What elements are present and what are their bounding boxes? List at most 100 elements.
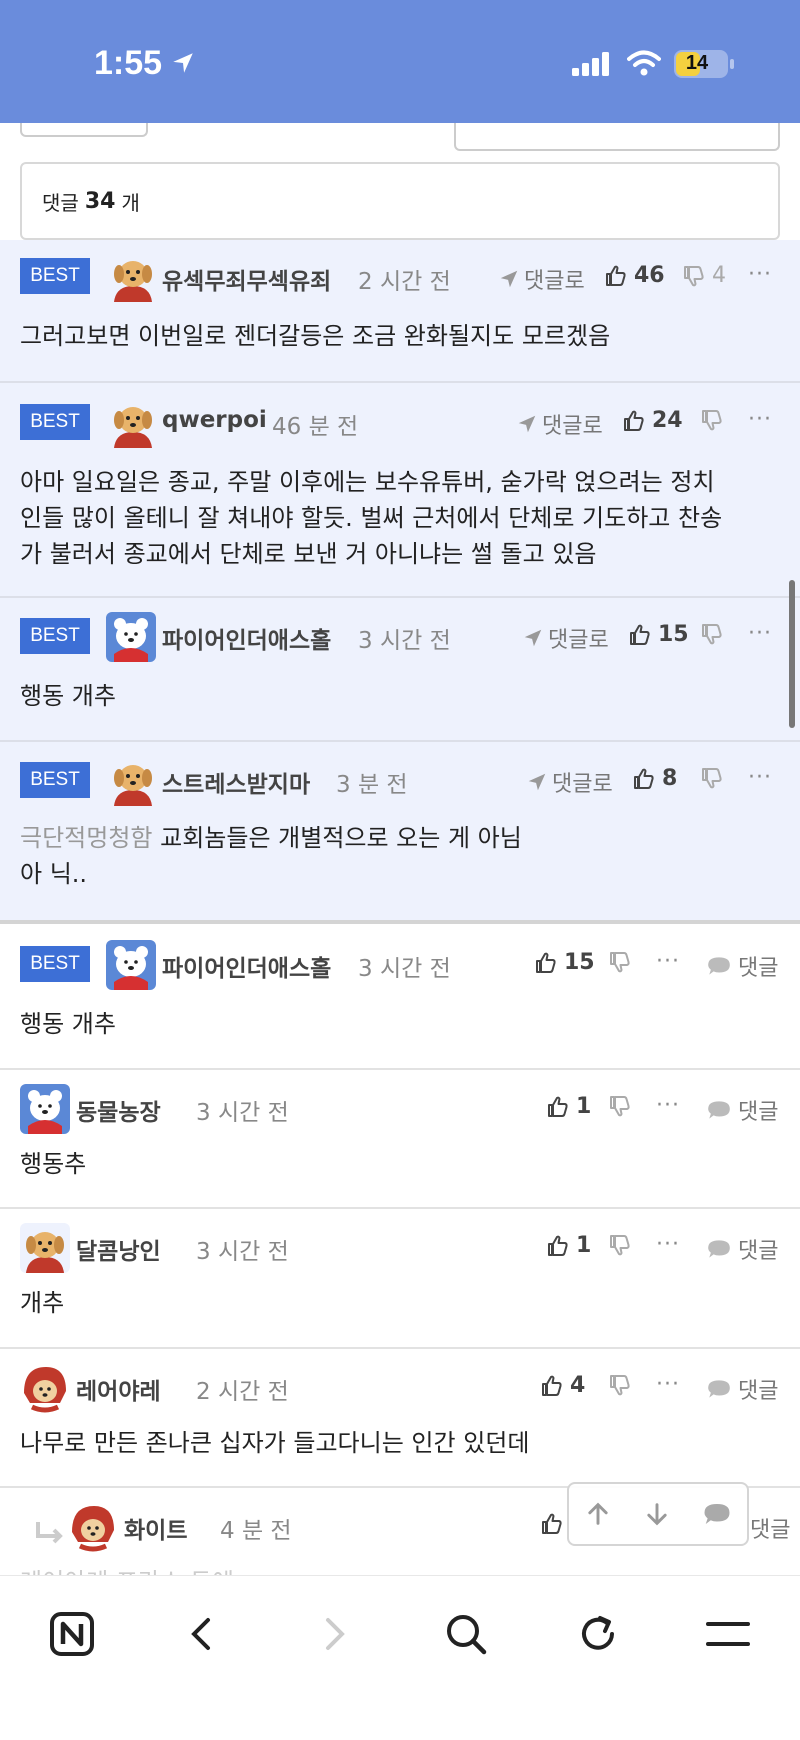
browser-toolbar — [0, 1575, 800, 1740]
reply-label: 댓글 — [738, 956, 779, 981]
comment-item: 레어야레 2 시간 전 4 ··· 댓글 나무로 만든 존나큰 십자가 들고다니… — [0, 1349, 800, 1488]
reply-button[interactable]: 댓글 — [706, 1373, 778, 1405]
reply-reference-nick[interactable]: 극단적멍청함 — [20, 824, 152, 852]
thumbs-up-icon — [628, 623, 652, 647]
more-icon[interactable]: ··· — [748, 765, 772, 790]
nickname[interactable]: 파이어인더애스홀 — [162, 621, 331, 655]
more-icon[interactable]: ··· — [748, 621, 772, 646]
scrollbar[interactable] — [789, 580, 795, 728]
comment-count-suffix: 개 — [121, 190, 140, 215]
reply-button[interactable]: 댓글 — [706, 1233, 778, 1265]
like-button[interactable]: 1 — [546, 1094, 591, 1119]
best-comment: BEST 유섹무죄무섹유죄 2 시간 전 댓글로 46 4 ··· 그러고보면 … — [0, 240, 800, 383]
more-icon[interactable]: ··· — [656, 1372, 680, 1397]
avatar[interactable] — [20, 1084, 70, 1134]
like-button[interactable]: 1 — [546, 1233, 591, 1258]
best-comment: BEST 스트레스받지마 3 분 전 댓글로 8 ··· 극단적멍청함 교회놈들… — [0, 742, 800, 920]
like-count: 15 — [564, 950, 595, 975]
thumbs-down-icon — [682, 264, 706, 288]
reply-label: 댓글 — [738, 1239, 779, 1264]
like-count: 1 — [576, 1094, 592, 1119]
nickname[interactable]: 파이어인더애스홀 — [162, 949, 331, 983]
avatar[interactable] — [108, 252, 158, 302]
naver-icon[interactable] — [42, 1604, 102, 1664]
nickname[interactable]: 유섹무죄무섹유죄 — [162, 262, 331, 296]
like-button[interactable]: 8 — [632, 766, 677, 791]
menu-icon[interactable] — [698, 1604, 758, 1664]
more-icon[interactable]: ··· — [656, 1093, 680, 1118]
speech-bubble-icon — [706, 1376, 732, 1402]
thumbs-up-icon — [632, 767, 656, 791]
comment-count-prefix: 댓글 — [42, 190, 79, 215]
reply-button[interactable]: 댓글 — [750, 1512, 790, 1544]
nickname[interactable]: 스트레스받지마 — [162, 765, 310, 799]
nickname[interactable]: 레어야레 — [76, 1372, 161, 1406]
goto-reply-label: 댓글로 — [542, 414, 603, 439]
comment-text: 극단적멍청함 교회놈들은 개별적으로 오는 게 아님 아 닉.. — [20, 820, 780, 892]
status-time: 1:55 — [94, 44, 163, 82]
like-button[interactable]: 15 — [628, 622, 689, 647]
avatar[interactable] — [68, 1502, 118, 1552]
scroll-up-icon[interactable] — [584, 1500, 612, 1528]
reply-label: 댓글 — [738, 1100, 779, 1125]
like-count: 8 — [662, 766, 678, 791]
comment-text: 그러고보면 이번일로 젠더갈등은 조금 완화될지도 모르겠음 — [20, 322, 611, 350]
like-button[interactable] — [540, 1512, 564, 1536]
floating-nav — [567, 1482, 749, 1546]
like-button[interactable]: 24 — [622, 408, 683, 433]
comment-line: 인들 많이 올테니 잘 쳐내야 할듯. 벌써 근처에서 단체로 기도하고 찬송 — [20, 504, 723, 532]
reply-button[interactable]: 댓글 — [706, 1094, 778, 1126]
more-icon[interactable]: ··· — [748, 407, 772, 432]
goto-reply-button[interactable]: 댓글로 — [516, 408, 603, 440]
like-button[interactable]: 46 — [604, 263, 665, 288]
dislike-button[interactable] — [608, 1094, 632, 1118]
thumbs-up-icon — [540, 1512, 564, 1536]
reply-label: 댓글 — [738, 1379, 779, 1404]
dislike-button[interactable] — [608, 1233, 632, 1257]
best-badge: BEST — [20, 762, 90, 798]
more-icon[interactable]: ··· — [656, 949, 680, 974]
reply-button[interactable]: 댓글 — [706, 950, 778, 982]
speech-bubble-icon[interactable] — [702, 1499, 732, 1529]
dislike-button[interactable]: 4 — [682, 263, 726, 288]
avatar[interactable] — [108, 756, 158, 806]
back-icon[interactable] — [172, 1604, 232, 1664]
forward-icon[interactable] — [304, 1604, 364, 1664]
comment-count-box: 댓글 34 개 — [20, 162, 780, 240]
nickname[interactable]: 달콤낭인 — [76, 1232, 161, 1266]
more-icon[interactable]: ··· — [656, 1232, 680, 1257]
dislike-button[interactable] — [608, 1373, 632, 1397]
goto-reply-button[interactable]: 댓글로 — [522, 622, 609, 654]
search-icon[interactable] — [436, 1604, 496, 1664]
status-bar: 1:55 14 — [0, 0, 800, 123]
like-button[interactable]: 4 — [540, 1373, 585, 1398]
goto-reply-button[interactable]: 댓글로 — [498, 263, 585, 295]
more-icon[interactable]: ··· — [748, 262, 772, 287]
nickname[interactable]: 화이트 — [124, 1511, 187, 1545]
goto-reply-button[interactable]: 댓글로 — [526, 766, 613, 798]
like-button[interactable]: 15 — [534, 950, 595, 975]
dislike-button[interactable] — [700, 622, 724, 646]
dislike-button[interactable] — [700, 766, 724, 790]
avatar[interactable] — [106, 940, 156, 990]
nickname[interactable]: 동물농장 — [76, 1093, 161, 1127]
avatar[interactable] — [108, 398, 158, 448]
reload-icon[interactable] — [568, 1604, 628, 1664]
best-comments-section: BEST 유섹무죄무섹유죄 2 시간 전 댓글로 46 4 ··· 그러고보면 … — [0, 240, 800, 920]
thumbs-up-icon — [534, 951, 558, 975]
nickname[interactable]: qwerpoi — [162, 407, 267, 433]
like-count: 24 — [652, 408, 683, 433]
scroll-down-icon[interactable] — [643, 1500, 671, 1528]
thumbs-up-icon — [622, 409, 646, 433]
dislike-button[interactable] — [700, 408, 724, 432]
goto-reply-label: 댓글로 — [552, 772, 613, 797]
thumbs-up-icon — [546, 1234, 570, 1258]
avatar[interactable] — [20, 1363, 70, 1413]
timestamp: 3 시간 전 — [358, 628, 451, 654]
send-arrow-icon — [522, 627, 544, 649]
speech-bubble-icon — [706, 1097, 732, 1123]
comment-line: 교회놈들은 개별적으로 오는 게 아님 — [160, 824, 522, 852]
dislike-button[interactable] — [608, 950, 632, 974]
avatar[interactable] — [106, 612, 156, 662]
avatar[interactable] — [20, 1223, 70, 1273]
